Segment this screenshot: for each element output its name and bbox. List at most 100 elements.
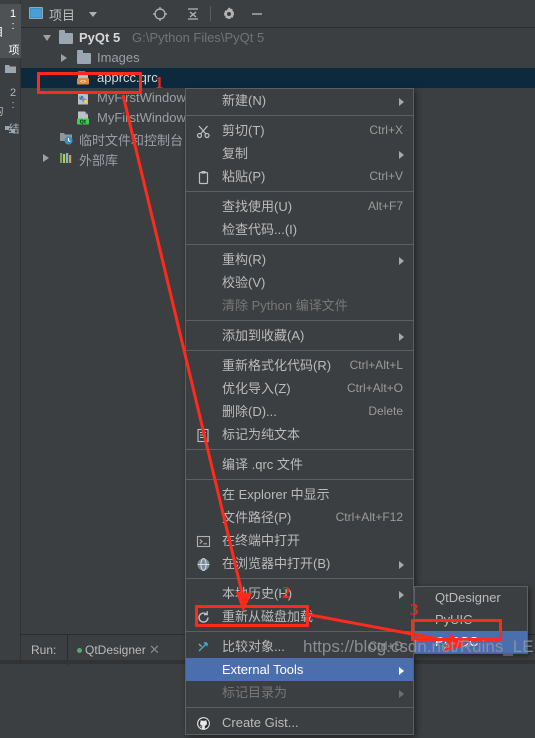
menu-item-p[interactable]: 文件路径(P) Ctrl+Alt+F12: [186, 506, 413, 529]
menu-separator: [186, 350, 413, 351]
menu-item-label: 复制: [222, 146, 249, 161]
tree-row-project-root[interactable]: PyQt 5 G:\Python Files\PyQt 5: [21, 28, 535, 48]
menu-item-label: 清除 Python 编译文件: [222, 298, 348, 313]
menu-item-b[interactable]: 在浏览器中打开(B): [186, 552, 413, 575]
run-label: Run:: [31, 643, 57, 657]
menu-item-t[interactable]: 剪切(T) Ctrl+X: [186, 119, 413, 142]
globe-icon: [196, 556, 211, 571]
chevron-right-icon: [399, 151, 404, 159]
chevron-right-icon: [399, 561, 404, 569]
tree-label: 外部库: [79, 153, 119, 168]
tree-path: G:\Python Files\PyQt 5: [132, 30, 265, 45]
run-status-dot: [77, 648, 82, 653]
tree-label: Images: [97, 50, 140, 65]
chevron-right-icon: [399, 690, 404, 698]
folder-icon: [77, 50, 91, 64]
submenu-item-qtdesigner[interactable]: QtDesigner: [415, 587, 527, 609]
menu-item-label: Create Gist...: [222, 715, 299, 730]
run-tab-qtdesigner[interactable]: QtDesigner: [85, 643, 146, 657]
toolbar-divider: [210, 6, 211, 21]
menu-item-shortcut: Ctrl+V: [369, 169, 403, 183]
chevron-right-icon[interactable]: [61, 54, 67, 62]
menu-item-[interactable]: 标记目录为: [186, 681, 413, 704]
menu-item-qrc[interactable]: 编译 .qrc 文件: [186, 453, 413, 476]
terminal-icon: [196, 533, 211, 548]
chevron-right-icon: [399, 333, 404, 341]
highlight-box-apprcc: [37, 72, 142, 94]
close-icon[interactable]: ✕: [149, 642, 160, 658]
tree-row-images[interactable]: Images: [21, 48, 535, 68]
menu-item-d[interactable]: 删除(D)... Delete: [186, 400, 413, 423]
gear-icon[interactable]: [221, 6, 237, 22]
menu-item-label: 新建(N): [222, 93, 267, 108]
menu-separator: [186, 631, 413, 632]
watermark: https://blog.csdn.net/Ruins_LEE: [303, 637, 535, 656]
menu-item-label: 比较对象...: [222, 639, 285, 654]
menu-item-label: 查找使用(U): [222, 199, 293, 214]
menu-item-label: 检查代码...(I): [222, 222, 298, 237]
menu-item-label: 在终端中打开: [222, 533, 301, 548]
menu-item-label: 优化导入(Z): [222, 381, 291, 396]
scissors-icon: [196, 123, 211, 139]
menu-item-shortcut: Ctrl+X: [369, 123, 403, 137]
menu-item-explorer[interactable]: 在 Explorer 中显示: [186, 483, 413, 506]
menu-item-z[interactable]: 优化导入(Z) Ctrl+Alt+O: [186, 377, 413, 400]
menu-item-label: 标记目录为: [222, 685, 288, 700]
menu-item-label: 添加到收藏(A): [222, 328, 305, 343]
menu-item-[interactable]: 复制: [186, 142, 413, 165]
menu-separator: [186, 115, 413, 116]
menu-item-a[interactable]: 添加到收藏(A): [186, 324, 413, 347]
menu-item-label: External Tools: [222, 662, 304, 677]
menu-item-[interactable]: 在终端中打开: [186, 529, 413, 552]
project-icon: [29, 7, 43, 19]
menu-item-external-tools[interactable]: External Tools: [186, 658, 413, 681]
menu-item-label: 在浏览器中打开(B): [222, 556, 331, 571]
menu-item-u[interactable]: 查找使用(U) Alt+F7: [186, 195, 413, 218]
locate-icon[interactable]: [152, 6, 168, 22]
left-tool-strip: 1: 项目 2: 结构: [0, 0, 21, 664]
menu-item-r[interactable]: 重新格式化代码(R) Ctrl+Alt+L: [186, 354, 413, 377]
menu-separator: [186, 191, 413, 192]
chevron-down-icon[interactable]: [89, 12, 97, 17]
step-number-3: 3: [410, 600, 419, 619]
project-panel-header: 项目: [21, 0, 535, 28]
tree-label: MyFirstWindow.ui: [97, 110, 199, 125]
menu-item-label: 删除(D)...: [222, 404, 277, 419]
menu-separator: [186, 244, 413, 245]
menu-item-label: 重构(R): [222, 252, 267, 267]
menu-item-shortcut: Ctrl+Alt+L: [349, 358, 403, 372]
menu-item-label: 重新格式化代码(R): [222, 358, 332, 373]
menu-item-shortcut: Delete: [368, 404, 403, 418]
menu-separator: [186, 449, 413, 450]
chevron-right-icon: [399, 257, 404, 265]
scratches-icon: [59, 131, 73, 145]
panel-title: 项目: [49, 8, 76, 23]
menu-item-n[interactable]: 新建(N): [186, 89, 413, 112]
step-number-2: 2: [282, 583, 291, 602]
menu-separator: [186, 707, 413, 708]
highlight-box-external-tools: [195, 605, 309, 627]
collapse-all-icon[interactable]: [185, 6, 201, 22]
minimize-icon[interactable]: [249, 6, 265, 22]
chevron-right-icon: [399, 98, 404, 106]
menu-item-[interactable]: 标记为纯文本: [186, 423, 413, 446]
menu-item-r[interactable]: 重构(R): [186, 248, 413, 271]
menu-item-python[interactable]: 清除 Python 编译文件: [186, 294, 413, 317]
chevron-right-icon[interactable]: [43, 154, 49, 162]
menu-item-v[interactable]: 校验(V): [186, 271, 413, 294]
menu-item-p[interactable]: 粘贴(P) Ctrl+V: [186, 165, 413, 188]
tree-label: PyQt 5: [79, 30, 121, 45]
folder-icon: [4, 62, 17, 75]
clipboard-icon: [196, 169, 211, 185]
menu-item-h[interactable]: 本地历史(H): [186, 582, 413, 605]
chevron-down-icon[interactable]: [43, 35, 51, 41]
menu-separator: [186, 479, 413, 480]
menu-separator: [186, 320, 413, 321]
chevron-right-icon: [399, 667, 404, 675]
menu-item-i[interactable]: 检查代码...(I): [186, 218, 413, 241]
tree-label: 临时文件和控制台: [79, 133, 184, 148]
menu-item-label: 文件路径(P): [222, 510, 292, 525]
menu-item-create-gist[interactable]: Create Gist...: [186, 711, 413, 734]
sidebar-tab-project[interactable]: 1: 项目: [0, 4, 21, 58]
menu-item-label: 在 Explorer 中显示: [222, 487, 330, 502]
